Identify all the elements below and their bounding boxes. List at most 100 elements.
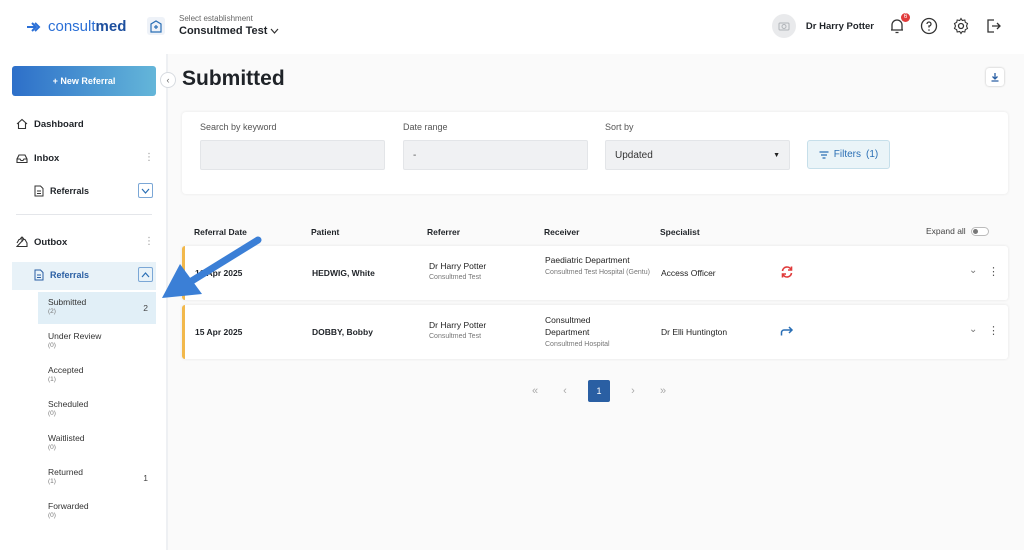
- gear-icon[interactable]: [952, 17, 970, 35]
- page-button-current[interactable]: 1: [588, 380, 610, 402]
- main-content: Submitted Search by keyword Date range -…: [168, 54, 1024, 550]
- establishment-selector[interactable]: Select establishment Consultmed Test: [179, 14, 279, 37]
- status-label: Under Review: [48, 331, 102, 341]
- chevron-down-icon: [141, 188, 150, 194]
- next-page-icon[interactable]: ›: [626, 385, 640, 397]
- avatar[interactable]: [771, 14, 796, 38]
- keyword-search-input[interactable]: [200, 140, 385, 170]
- sidebar-item-inbox-referrals[interactable]: Referrals: [34, 185, 89, 197]
- column-header-receiver[interactable]: Receiver: [544, 227, 579, 237]
- collapse-sidebar-button[interactable]: ‹: [160, 72, 176, 88]
- sidebar-item-label: Outbox: [34, 236, 68, 248]
- row-expand-chevron-icon[interactable]: ⌄: [969, 265, 977, 276]
- user-name[interactable]: Dr Harry Potter: [806, 21, 874, 32]
- collapse-outbox-referrals-button[interactable]: [138, 267, 153, 282]
- status-item-forwarded[interactable]: Forwarded (0): [38, 496, 156, 528]
- receiver-name: Paediatric Department: [545, 255, 630, 265]
- date-range-label: Date range: [403, 122, 448, 132]
- status-label: Scheduled: [48, 399, 89, 409]
- logout-icon[interactable]: [984, 17, 1002, 35]
- hospital-building-icon: [147, 17, 165, 35]
- logo-text-med: med: [95, 18, 127, 35]
- last-page-icon[interactable]: »: [656, 385, 670, 397]
- status-count: (2): [48, 308, 56, 315]
- row-patient[interactable]: HEDWIG, White: [312, 268, 375, 278]
- forward-icon[interactable]: [780, 325, 794, 337]
- sidebar-item-label: Referrals: [50, 186, 90, 196]
- column-header-specialist[interactable]: Specialist: [660, 227, 700, 237]
- status-label: Returned: [48, 467, 83, 477]
- caret-down-icon: ▼: [773, 151, 780, 159]
- status-count: (0): [48, 444, 56, 451]
- row-specialist: Dr Elli Huntington: [661, 327, 728, 337]
- receiver-org: Consultmed Hospital: [545, 341, 610, 348]
- column-header-referral-date[interactable]: Referral Date: [194, 227, 247, 237]
- first-page-icon[interactable]: «: [528, 385, 542, 397]
- status-count: (0): [48, 342, 56, 349]
- filters-button[interactable]: Filters (1): [807, 140, 890, 169]
- row-referral-date: 15 Apr 2025: [195, 327, 243, 337]
- document-icon: [34, 269, 44, 281]
- row-patient[interactable]: DOBBY, Bobby: [312, 327, 373, 337]
- home-icon: [16, 118, 28, 130]
- filter-lines-icon: [819, 150, 829, 159]
- status-item-scheduled[interactable]: Scheduled (0): [38, 394, 156, 426]
- status-item-submitted[interactable]: Submitted (2) 2: [38, 292, 156, 324]
- sidebar-item-outbox-referrals[interactable]: Referrals: [34, 269, 89, 281]
- status-item-accepted[interactable]: Accepted (1): [38, 360, 156, 392]
- pagination: « ‹ 1 › »: [528, 380, 670, 402]
- expand-all-control[interactable]: Expand all: [926, 226, 989, 236]
- referrer-name: Dr Harry Potter: [429, 320, 487, 330]
- sort-by-value: Updated: [615, 149, 653, 161]
- inbox-more-icon[interactable]: ⋮: [144, 152, 154, 163]
- table-row[interactable]: 16 Apr 2025 HEDWIG, White Dr Harry Potte…: [182, 246, 1008, 300]
- expand-inbox-referrals-button[interactable]: [138, 183, 153, 198]
- row-more-icon[interactable]: ⋮: [988, 267, 999, 278]
- document-icon: [34, 185, 44, 197]
- sidebar: + New Referral ‹ Dashboard Inbox ⋮ Refer…: [0, 54, 176, 550]
- camera-icon: [778, 22, 790, 31]
- sidebar-item-label: Dashboard: [34, 118, 84, 130]
- filter-panel: Search by keyword Date range - Sort by U…: [182, 112, 1008, 194]
- sync-icon[interactable]: [780, 265, 794, 279]
- logo-text-consult: consult: [48, 18, 96, 35]
- new-referral-button[interactable]: + New Referral: [12, 66, 156, 96]
- status-item-under-review[interactable]: Under Review (0): [38, 326, 156, 358]
- status-number: 2: [143, 303, 148, 313]
- download-button[interactable]: [986, 68, 1004, 86]
- download-icon: [991, 73, 999, 82]
- status-count: (1): [48, 376, 56, 383]
- establishment-value: Consultmed Test: [179, 25, 268, 37]
- column-header-referrer[interactable]: Referrer: [427, 227, 460, 237]
- chevron-up-icon: [141, 271, 150, 277]
- notifications-button[interactable]: 6: [888, 13, 910, 35]
- sort-by-select[interactable]: Updated ▼: [605, 140, 790, 170]
- establishment-label: Select establishment: [179, 14, 253, 23]
- status-count: (0): [48, 512, 56, 519]
- column-header-patient[interactable]: Patient: [311, 227, 339, 237]
- sidebar-item-dashboard[interactable]: Dashboard: [16, 118, 84, 130]
- chevron-down-icon: [270, 28, 279, 34]
- row-specialist: Access Officer: [661, 268, 716, 278]
- date-range-input[interactable]: -: [403, 140, 588, 170]
- referrer-org: Consultmed Test: [429, 333, 482, 340]
- status-count: (1): [48, 478, 56, 485]
- expand-all-toggle[interactable]: [970, 226, 989, 236]
- chevron-left-icon: ‹: [166, 75, 170, 85]
- sidebar-item-inbox[interactable]: Inbox: [16, 152, 59, 164]
- row-more-icon[interactable]: ⋮: [988, 326, 999, 337]
- sidebar-item-outbox[interactable]: Outbox: [16, 236, 67, 248]
- row-expand-chevron-icon[interactable]: ⌄: [969, 324, 977, 335]
- status-item-waitlisted[interactable]: Waitlisted (0): [38, 428, 156, 460]
- double-arrow-logo-icon: [27, 21, 41, 32]
- help-icon[interactable]: [920, 17, 938, 35]
- status-item-returned[interactable]: Returned (1) 1: [38, 462, 156, 494]
- prev-page-icon[interactable]: ‹: [558, 385, 572, 397]
- status-label: Waitlisted: [48, 433, 85, 443]
- row-referrer: Dr Harry Potter Consultmed Test: [429, 261, 486, 281]
- outbox-more-icon[interactable]: ⋮: [144, 236, 154, 247]
- table-row[interactable]: 15 Apr 2025 DOBBY, Bobby Dr Harry Potter…: [182, 305, 1008, 359]
- consultmed-logo[interactable]: consultmed: [26, 18, 126, 35]
- app-root: consultmed Select establishment Consultm…: [0, 0, 1024, 550]
- sidebar-divider: [16, 214, 152, 215]
